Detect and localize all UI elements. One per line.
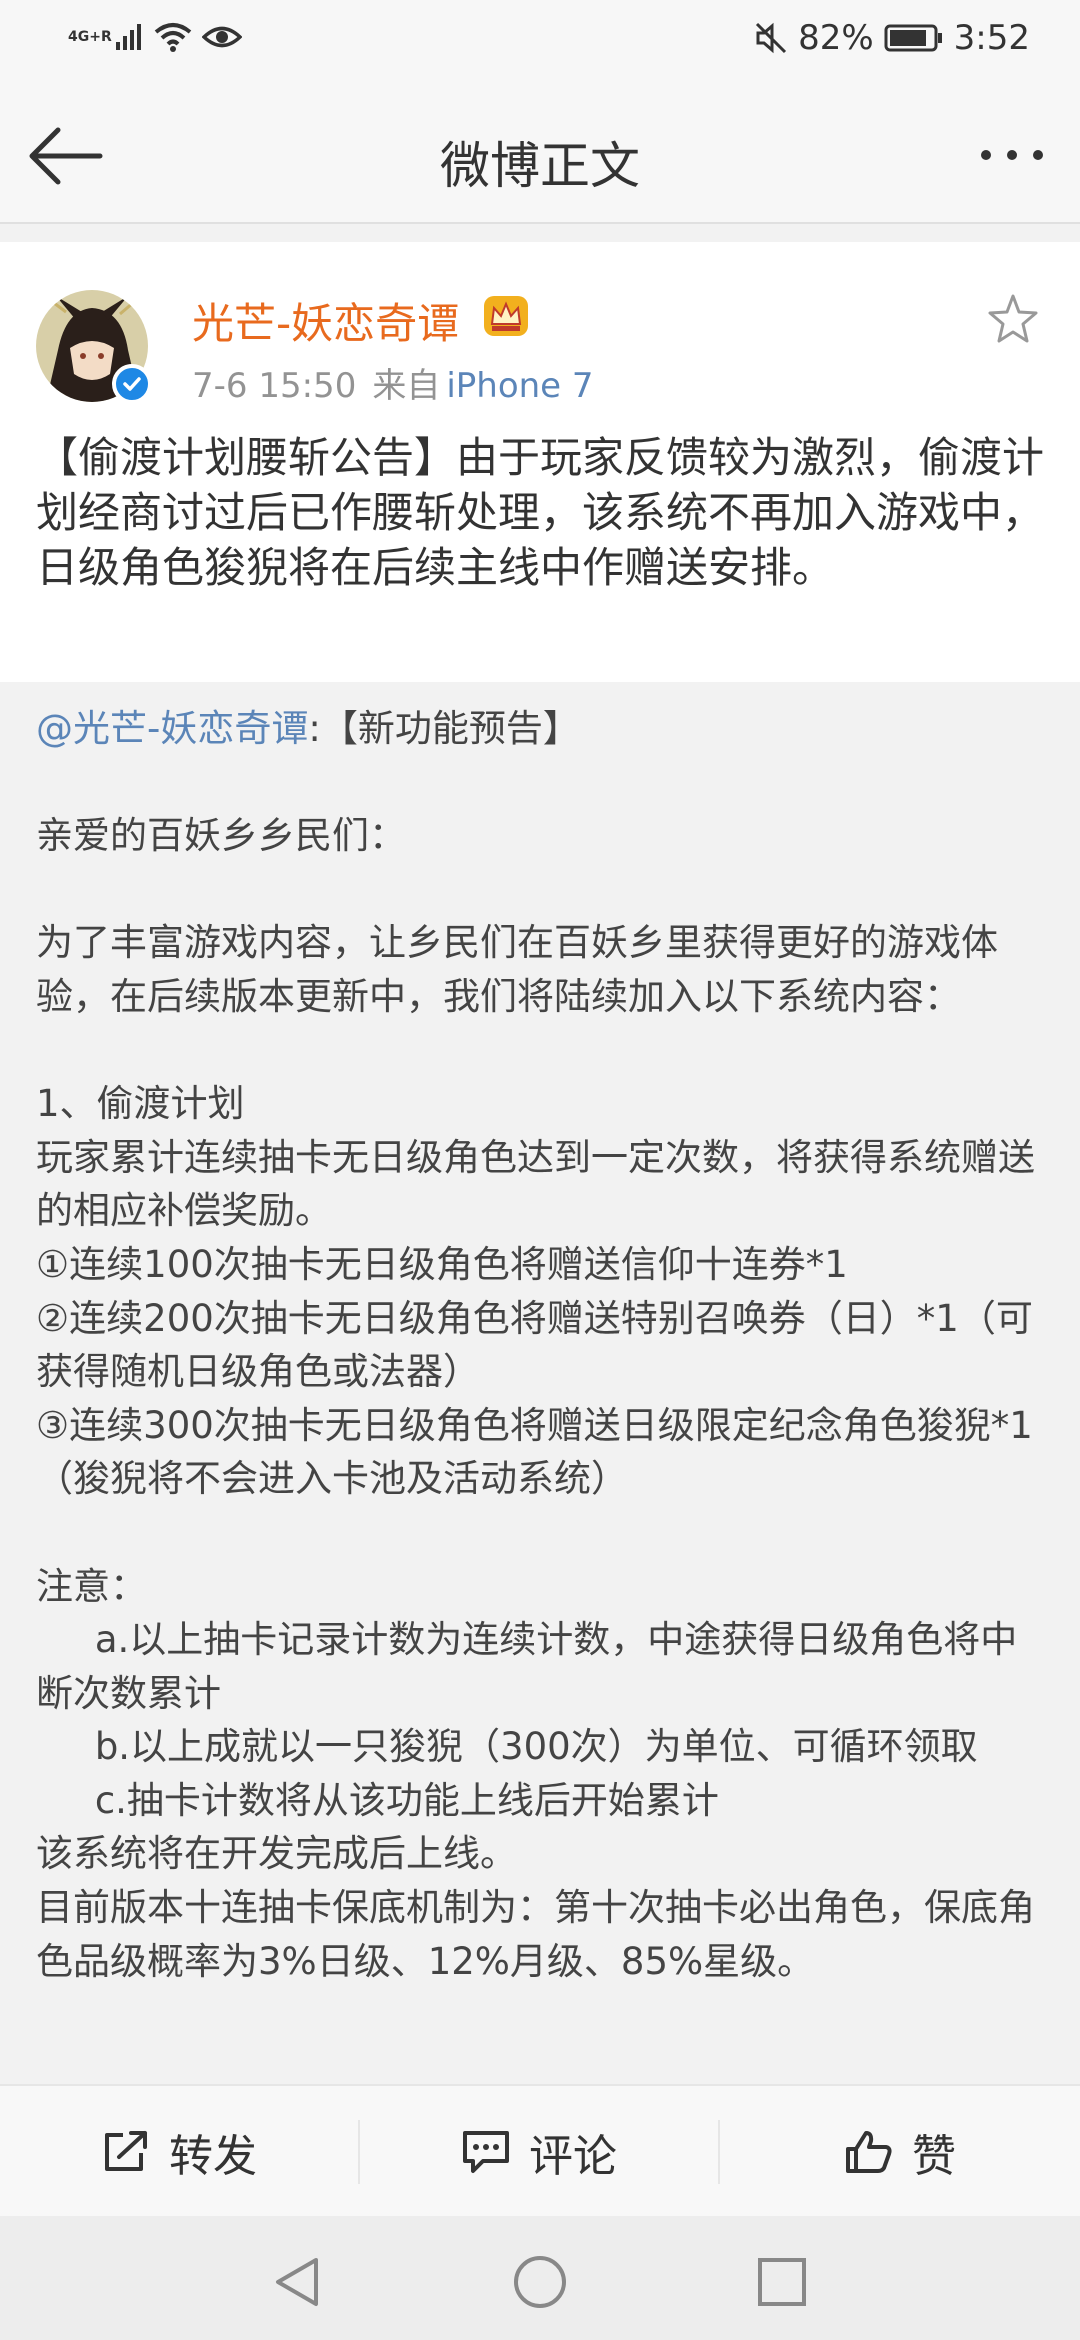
favorite-star-icon[interactable] <box>986 292 1040 346</box>
comment-label: 评论 <box>529 2131 617 2182</box>
crown-icon[interactable] <box>482 294 530 338</box>
post-text: 【偷渡计划腰斩公告】由于玩家反馈较为激烈，偷渡计划经商讨过后已作腰斩处理，该系统… <box>36 433 1045 592</box>
source-prefix: 来自 <box>372 366 441 406</box>
header: 微博正文 <box>0 90 1080 224</box>
page-title: 微博正文 <box>440 137 640 195</box>
source-device[interactable]: iPhone 7 <box>446 366 593 406</box>
comment-button[interactable]: 评论 <box>360 2086 718 2218</box>
repost-label: 转发 <box>169 2131 257 2182</box>
like-label: 赞 <box>912 2131 956 2182</box>
nav-back-icon[interactable] <box>272 2256 322 2308</box>
nav-home-icon[interactable] <box>512 2254 568 2310</box>
clock: 3:52 <box>953 18 1030 58</box>
system-nav-bar <box>0 2216 1080 2340</box>
post-meta: 7-6 15:50 来自 iPhone 7 <box>192 358 594 407</box>
mention-link[interactable]: @光芒-妖恋奇谭 <box>36 707 308 750</box>
retweet-block[interactable]: @光芒-妖恋奇谭:【新功能预告】 亲爱的百妖乡乡民们： 为了丰富游戏内容，让乡民… <box>0 682 1080 2084</box>
battery-percent: 82% <box>798 18 874 58</box>
mute-icon <box>756 22 787 54</box>
battery-icon <box>884 24 942 52</box>
retweet-text: @光芒-妖恋奇谭:【新功能预告】 亲爱的百妖乡乡民们： 为了丰富游戏内容，让乡民… <box>36 702 1052 1988</box>
action-bar: 转发 评论 赞 <box>0 2084 1080 2218</box>
signal-icon <box>116 24 141 50</box>
post-card: 光芒-妖恋奇谭 7-6 15:50 来自 iPhone 7 【偷渡计划腰斩公告】由于… <box>0 242 1080 682</box>
verified-badge <box>112 364 152 404</box>
like-button[interactable]: 赞 <box>720 2086 1080 2218</box>
nav-recents-icon[interactable] <box>756 2256 808 2308</box>
more-dots-icon <box>981 150 1043 160</box>
comment-icon <box>463 2131 509 2173</box>
eye-icon <box>202 26 242 48</box>
status-bar: 4G+R 82% 3:52 <box>0 0 1080 90</box>
wifi-icon <box>154 23 192 52</box>
retweet-body: 亲爱的百妖乡乡民们： 为了丰富游戏内容，让乡民们在百妖乡里获得更好的游戏体验，在… <box>36 814 1035 1983</box>
network-type: 4G+R <box>68 29 112 45</box>
post-time: 7-6 15:50 <box>192 366 357 406</box>
thumbs-up-icon <box>846 2131 892 2173</box>
author-name[interactable]: 光芒-妖恋奇谭 <box>192 290 459 351</box>
retweet-title: :【新功能预告】 <box>308 707 580 750</box>
more-button[interactable] <box>972 130 1052 180</box>
verified-check-icon <box>123 377 141 391</box>
repost-icon <box>105 2131 147 2171</box>
repost-button[interactable]: 转发 <box>0 2086 358 2218</box>
